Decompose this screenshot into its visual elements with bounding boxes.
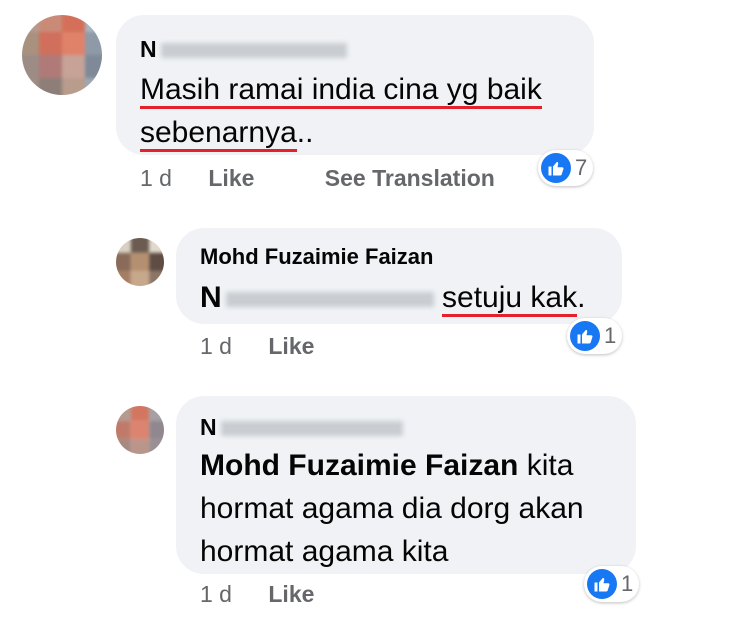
reaction-badge[interactable]: 1 — [584, 566, 640, 602]
like-button[interactable]: Like — [268, 333, 314, 359]
thumbs-up-icon — [570, 321, 600, 351]
comment-meta: 1 d Like See Translation — [140, 165, 495, 192]
like-button[interactable]: Like — [268, 581, 314, 607]
like-button[interactable]: Like — [208, 165, 254, 191]
comment-time[interactable]: 1 d — [200, 581, 232, 607]
avatar[interactable] — [116, 406, 164, 454]
comment-author[interactable]: Mohd Fuzaimie Faizan — [200, 244, 433, 270]
comment-meta: 1 d Like — [200, 581, 314, 608]
thumbs-up-icon — [541, 153, 571, 183]
comment-text: Masih ramai india cina yg baik sebenarny… — [140, 68, 542, 154]
reaction-badge[interactable]: 1 — [567, 318, 623, 354]
reaction-count: 7 — [575, 155, 588, 180]
see-translation-link[interactable]: See Translation — [325, 165, 495, 191]
comment-author[interactable]: N — [200, 414, 403, 441]
comment-meta: 1 d Like — [200, 333, 314, 360]
thumbs-up-icon — [587, 569, 617, 599]
reaction-count: 1 — [604, 323, 617, 348]
mention-link[interactable]: N — [200, 281, 434, 314]
comment-text: Mohd Fuzaimie Faizan kita hormat agama d… — [200, 449, 584, 568]
reaction-count: 1 — [621, 571, 634, 596]
comment-time[interactable]: 1 d — [200, 333, 232, 359]
reaction-badge[interactable]: 7 — [538, 150, 594, 186]
mention-link[interactable]: Mohd Fuzaimie Faizan — [200, 449, 518, 482]
comment-text: N setuju kak. — [200, 276, 585, 319]
comment-time[interactable]: 1 d — [140, 165, 172, 191]
avatar[interactable] — [22, 15, 102, 95]
comment-author[interactable]: N — [140, 36, 347, 63]
avatar[interactable] — [116, 238, 164, 286]
